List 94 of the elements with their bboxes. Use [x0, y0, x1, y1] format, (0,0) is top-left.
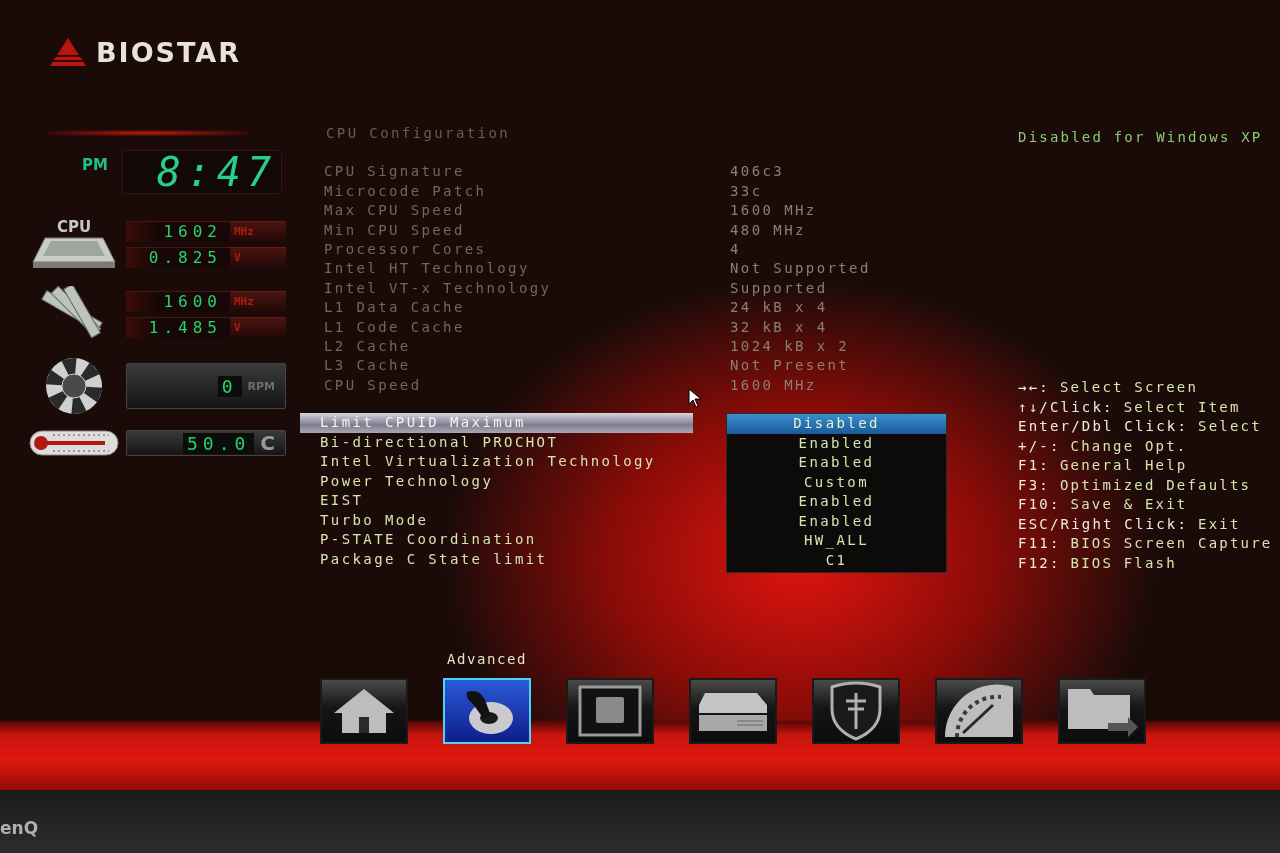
reading-unit: RPM: [247, 379, 275, 393]
reading-unit: MHz: [230, 220, 286, 242]
key-hint: ↑↓/Click:: [1018, 397, 1114, 417]
info-label: L3 Cache: [324, 356, 412, 376]
info-label: Microcode Patch: [324, 181, 488, 201]
processor-label: CPU: [56, 218, 92, 236]
key-action: Optimized Defaults: [1059, 475, 1252, 495]
section-title: CPU Configuration: [326, 124, 512, 143]
reading-value: 1600: [126, 290, 230, 312]
reading-unit: V: [230, 246, 286, 268]
nav-tab[interactable]: [935, 678, 1023, 744]
info-value: 1600 MHz: [730, 375, 818, 395]
info-label: CPU Signature: [324, 162, 466, 182]
info-label: L1 Code Cache: [324, 317, 466, 337]
setting-value[interactable]: Enabled: [727, 453, 946, 473]
key-action: Save & Exit: [1070, 495, 1188, 515]
thermometer-icon: [29, 430, 119, 456]
key-action: Exit: [1198, 514, 1241, 534]
key-action: Change Opt.: [1070, 436, 1188, 456]
setting-item[interactable]: EIST: [300, 491, 693, 511]
info-value: 1024 kB x 2: [730, 337, 851, 357]
setting-value[interactable]: Enabled: [727, 433, 946, 454]
key-hint: F3:: [1018, 475, 1050, 495]
nav-tab[interactable]: [1058, 678, 1146, 744]
clock-period: PM: [81, 156, 108, 174]
info-value: 406c3: [730, 162, 786, 182]
setting-item[interactable]: Intel Virtualization Technology: [300, 452, 693, 472]
key-hint: Enter/Dbl Click:: [1018, 417, 1189, 437]
key-action: Select Screen: [1059, 378, 1199, 398]
key-action: General Help: [1059, 456, 1188, 476]
reading-value: 50.0: [182, 432, 255, 454]
house-icon: [332, 687, 396, 735]
reading-unit: V: [230, 316, 286, 338]
setting-value[interactable]: Enabled: [727, 511, 946, 532]
info-label: Intel HT Technology: [324, 259, 531, 279]
nav-tab[interactable]: [566, 678, 654, 744]
gauge-icon: [943, 683, 1015, 739]
pyramid-logo-icon: [50, 38, 86, 66]
info-value: 1600 MHz: [730, 201, 818, 221]
setting-item[interactable]: Power Technology: [300, 471, 693, 492]
nav-tab[interactable]: [320, 678, 408, 744]
key-hint: F12:: [1018, 553, 1061, 573]
help-text: Disabled for Windows XP: [1018, 128, 1264, 147]
reading-unit: MHz: [230, 290, 286, 312]
info-label: Processor Cores: [324, 240, 488, 260]
clock-time: 8:47: [156, 149, 277, 195]
reading-value: 1602: [126, 220, 230, 242]
setting-value[interactable]: Enabled: [727, 492, 946, 512]
reading-unit: C: [260, 431, 275, 455]
setting-value[interactable]: HW_ALL: [727, 531, 946, 551]
info-value: 24 kB x 4: [730, 298, 829, 318]
brand-logo: BIOSTAR: [96, 36, 242, 68]
key-hint: +/-:: [1018, 436, 1061, 456]
key-hint: F1:: [1018, 456, 1050, 476]
key-hint: F10:: [1018, 495, 1061, 515]
key-action: BIOS Screen Capture: [1070, 534, 1273, 554]
fan-icon: [44, 356, 104, 416]
info-value: Not Present: [730, 356, 851, 376]
shield-icon: [828, 681, 884, 741]
reading-value: 0: [217, 375, 242, 397]
reading-value: 0.825: [126, 246, 230, 268]
key-action: Select: [1198, 417, 1262, 437]
setting-item[interactable]: Bi-directional PROCHOT: [300, 432, 693, 453]
info-value: 4: [730, 240, 742, 260]
setting-value[interactable]: Custom: [727, 472, 946, 493]
key-action: Select Item: [1123, 397, 1241, 417]
setting-value[interactable]: Disabled: [727, 414, 946, 434]
info-value: 33c: [730, 181, 764, 201]
setting-item[interactable]: Package C State limit: [300, 549, 693, 570]
info-label: L1 Data Cache: [324, 298, 466, 318]
info-label: Intel VT-x Technology: [324, 278, 553, 298]
key-hint: F11:: [1018, 534, 1061, 554]
processor-icon: [31, 236, 117, 270]
key-hint: ESC/Right Click:: [1018, 514, 1189, 534]
nav-tab[interactable]: [689, 678, 777, 744]
info-value: Supported: [730, 278, 829, 298]
chip-icon: [578, 685, 642, 737]
pointer-icon: [688, 388, 702, 408]
tab-label: Advanced: [446, 650, 528, 669]
info-label: Min CPU Speed: [324, 220, 466, 240]
info-label: Max CPU Speed: [324, 201, 466, 221]
info-value: 480 MHz: [730, 220, 807, 240]
info-value: 32 kB x 4: [730, 317, 829, 337]
key-action: BIOS Flash: [1070, 553, 1177, 573]
info-value: Not Supported: [730, 259, 872, 279]
info-label: CPU Speed: [324, 375, 423, 395]
key-hint: →←:: [1018, 378, 1050, 398]
reading-value: 1.485: [126, 316, 230, 338]
setting-item[interactable]: Turbo Mode: [300, 510, 693, 531]
setting-value[interactable]: C1: [727, 550, 946, 571]
info-label: L2 Cache: [324, 337, 412, 357]
bezel-brand: enQ: [0, 817, 39, 838]
setting-item[interactable]: P-STATE Coordination: [300, 530, 693, 550]
nav-tab[interactable]: [812, 678, 900, 744]
